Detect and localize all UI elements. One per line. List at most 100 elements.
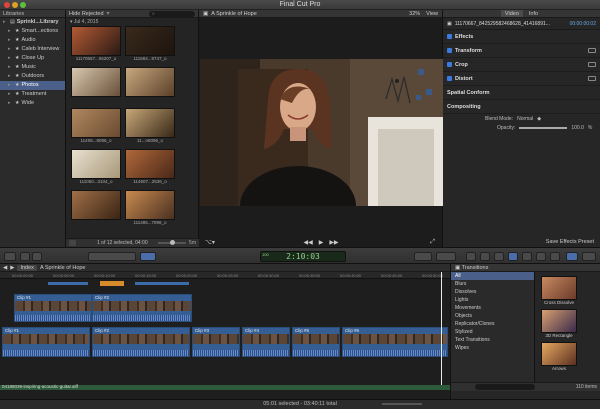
clip-thumbnail[interactable]: 11406...8086_o	[71, 108, 121, 144]
onscreen-controls-icon[interactable]	[588, 62, 596, 67]
filter-popup[interactable]: Hide Rejected	[69, 11, 104, 17]
generators-icon[interactable]	[536, 252, 546, 261]
timeline-clip[interactable]: Clip #6	[342, 327, 448, 357]
edit-buttons-group[interactable]	[88, 252, 136, 261]
themes-icon[interactable]	[550, 252, 560, 261]
titles-icon[interactable]	[522, 252, 532, 261]
transition-category[interactable]: All	[451, 272, 534, 280]
inspector-section[interactable]: Effects	[443, 30, 600, 44]
clip-thumbnail[interactable]	[71, 67, 121, 103]
timeline-clip[interactable]: Clip #5	[292, 327, 340, 357]
library-item[interactable]: ▸ ★ Close Up	[0, 54, 65, 63]
library-item[interactable]: ▸ ★ Audio	[0, 36, 65, 45]
clip-thumbnail[interactable]: 111050...3104_o	[71, 149, 121, 185]
camera-icon[interactable]	[466, 252, 476, 261]
inspector-section[interactable]: Spatial Conform	[443, 86, 600, 100]
timeline-zoom-slider[interactable]	[382, 403, 422, 405]
clip-thumbnail[interactable]: 111684...8747_o	[125, 26, 175, 62]
inspector-section[interactable]: Crop	[443, 58, 600, 72]
enable-checkbox[interactable]	[447, 34, 452, 39]
viewer-zoom-popup[interactable]: 32%	[409, 11, 420, 17]
inspector-section[interactable]: Transform	[443, 44, 600, 58]
disclosure-triangle-icon[interactable]: ▸	[8, 54, 13, 63]
transitions-browser-button[interactable]	[508, 252, 518, 261]
share-button[interactable]	[582, 252, 596, 261]
timeline-ruler[interactable]: 00:00:00:00 00:00:05:00 00:00:10:00 00:00:1…	[0, 272, 450, 279]
disclosure-triangle-icon[interactable]: ▸	[8, 27, 13, 36]
viewer-options-icon[interactable]: ⌥▾	[205, 239, 215, 246]
background-tasks-button[interactable]	[32, 252, 42, 261]
blend-mode-popup[interactable]: Normal	[517, 116, 533, 122]
inspector-tab[interactable]: Video	[500, 10, 523, 17]
disclosure-triangle-icon[interactable]: ▸	[8, 90, 13, 99]
inspector-toggle-button[interactable]	[566, 252, 578, 261]
clip-thumbnail[interactable]	[125, 67, 175, 103]
transition-thumbnail[interactable]	[541, 309, 577, 333]
save-effects-preset-button[interactable]: Save Effects Preset	[546, 239, 594, 245]
enhance-button[interactable]	[414, 252, 432, 261]
clip-appearance-button[interactable]	[69, 240, 76, 246]
library-item[interactable]: ▸ ★ Music	[0, 63, 65, 72]
enable-checkbox[interactable]	[447, 62, 452, 67]
library-item[interactable]: ▸ ★ Caleb Interview	[0, 45, 65, 54]
clip-thumbnail[interactable]: 111485...7998_o	[125, 190, 175, 226]
disclosure-triangle-icon[interactable]: ▸	[8, 45, 13, 54]
next-frame-icon[interactable]: ▶▶	[329, 239, 338, 246]
inspector-section[interactable]: Distort	[443, 72, 600, 86]
clip-thumbnail[interactable]	[71, 190, 121, 226]
back-icon[interactable]: ◀	[3, 265, 7, 271]
enable-checkbox[interactable]	[447, 48, 452, 53]
playhead[interactable]	[441, 272, 442, 390]
inspector-tab[interactable]: Info	[525, 10, 542, 17]
transition-category[interactable]: Objects	[451, 312, 534, 320]
previous-frame-icon[interactable]: ◀◀	[303, 239, 312, 246]
chevron-down-icon[interactable]: ▾	[107, 10, 110, 17]
effects-browser-button[interactable]	[494, 252, 504, 261]
timeline-clip[interactable]: Clip #2	[92, 327, 190, 357]
library-item[interactable]: ▸ ★ Wide	[0, 99, 65, 108]
timeline-clip[interactable]: Clip #1	[14, 294, 92, 322]
range-marker[interactable]	[100, 281, 124, 286]
opacity-value[interactable]: 100.0	[571, 125, 584, 131]
disclosure-triangle-icon[interactable]: ▸	[8, 81, 13, 90]
transition-category[interactable]: Blurs	[451, 280, 534, 288]
music-icon[interactable]	[480, 252, 490, 261]
chevron-down-icon[interactable]: ◆	[537, 116, 541, 122]
disclosure-triangle-icon[interactable]: ▸	[8, 99, 13, 108]
inspector-section[interactable]: Compositing	[443, 100, 600, 114]
retime-button[interactable]	[436, 252, 456, 261]
opacity-slider[interactable]	[519, 126, 568, 129]
transition-thumbnail[interactable]	[541, 276, 577, 300]
import-button[interactable]	[4, 252, 16, 261]
library-item[interactable]: ▸ ★ Outdoors	[0, 72, 65, 81]
transition-thumbnail[interactable]	[541, 342, 577, 366]
transition-category[interactable]: Dissolves	[451, 288, 534, 296]
date-group-label[interactable]: ▾ Jul 4, 2015	[66, 18, 198, 26]
timeline-index-button[interactable]: Index	[17, 264, 37, 271]
onscreen-controls-icon[interactable]	[588, 48, 596, 53]
clip-thumbnail[interactable]: 11170667...06207_o	[71, 26, 121, 62]
transition-category[interactable]: Stylized	[451, 328, 534, 336]
keyword-button[interactable]	[20, 252, 30, 261]
disclosure-triangle-icon[interactable]: ▸	[8, 36, 13, 45]
transition-category[interactable]: Text Transitions	[451, 336, 534, 344]
video-frame[interactable]	[200, 59, 443, 206]
timeline[interactable]: 00:00:00:00 00:00:05:00 00:00:10:00 00:00:1…	[0, 272, 450, 390]
library-item[interactable]: ▸ ★ Treatment	[0, 90, 65, 99]
disclosure-triangle-icon[interactable]: ▸	[8, 72, 13, 81]
transitions-search-input[interactable]	[475, 384, 535, 390]
forward-icon[interactable]: ▶	[10, 265, 14, 271]
music-audio-clip[interactable]: 04188039-inspiring-acoustic-guitar.aiff	[0, 384, 450, 390]
transition-category[interactable]: Wipes	[451, 344, 534, 352]
clip-thumbnail[interactable]: 11...n6096_o	[125, 108, 175, 144]
enable-checkbox[interactable]	[447, 76, 452, 81]
browser-search-input[interactable]: ⌕	[149, 10, 195, 17]
play-icon[interactable]: ▶	[319, 239, 324, 246]
disclosure-triangle-icon[interactable]: ▸	[8, 63, 13, 72]
transition-category[interactable]: Replicator/Clones	[451, 320, 534, 328]
library-item[interactable]: ▸ ▤ Sprinkl...Library	[0, 18, 65, 27]
clip-thumbnail[interactable]: 114607...2536_o	[125, 149, 175, 185]
onscreen-controls-icon[interactable]	[588, 76, 596, 81]
library-item[interactable]: ▸ ★ Photos	[0, 81, 65, 90]
disclosure-triangle-icon[interactable]: ▸	[3, 18, 8, 27]
